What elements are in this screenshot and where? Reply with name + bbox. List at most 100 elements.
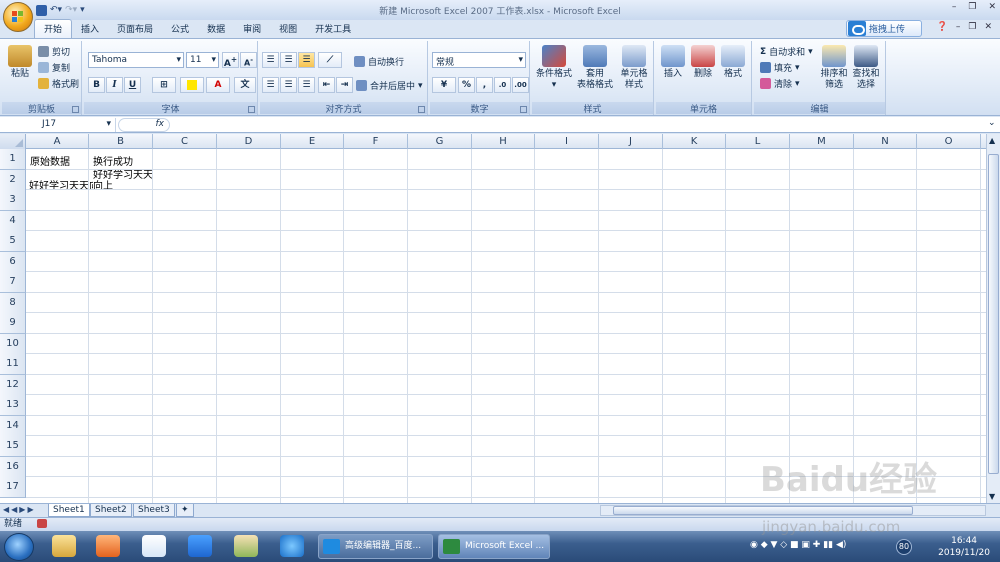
undo-icon[interactable]: ↶▾ <box>50 5 62 15</box>
tab-formulas[interactable]: 公式 <box>162 20 198 38</box>
comma-button[interactable]: , <box>476 77 493 93</box>
ribbon-restore-icon[interactable]: ❐ <box>968 22 976 32</box>
row-header-8[interactable]: 8 <box>0 293 26 314</box>
tab-home[interactable]: 开始 <box>34 19 73 38</box>
tab-insert[interactable]: 插入 <box>72 20 108 38</box>
cell-B2-line2[interactable]: 向上 <box>93 181 151 192</box>
horizontal-scroll-thumb[interactable] <box>613 506 913 515</box>
font-size-dropdown[interactable]: 11 ▾ <box>186 52 219 68</box>
align-middle-button[interactable]: ☰ <box>280 52 297 68</box>
clipboard-launcher-icon[interactable] <box>72 106 79 113</box>
conditional-format-button[interactable]: 条件格式 ▾ <box>534 45 574 91</box>
clear-button[interactable]: 清除 ▾ <box>760 77 800 90</box>
tab-data[interactable]: 数据 <box>198 20 234 38</box>
column-header-O[interactable]: O <box>917 134 981 149</box>
taskbar-app-browser[interactable]: 高级编辑器_百度... <box>318 534 433 559</box>
macro-record-icon[interactable] <box>36 519 47 528</box>
insert-function-button[interactable]: fx <box>118 118 170 132</box>
column-header-A[interactable]: A <box>26 134 89 149</box>
align-center-button[interactable]: ☰ <box>280 77 297 93</box>
start-button[interactable] <box>4 533 34 561</box>
row-header-10[interactable]: 10 <box>0 334 26 355</box>
sheet-tab-3[interactable]: Sheet3 <box>133 504 175 517</box>
align-right-button[interactable]: ☰ <box>298 77 315 93</box>
baidu-netdisk-icon[interactable] <box>142 535 166 557</box>
scroll-up-icon[interactable]: ▲ <box>989 136 995 145</box>
phonetic-button[interactable]: 文 <box>234 77 256 93</box>
row-header-16[interactable]: 16 <box>0 457 26 478</box>
number-launcher-icon[interactable] <box>520 106 527 113</box>
sheet-nav-icon[interactable]: ◀◀▶▶ <box>3 505 36 514</box>
row-header-17[interactable]: 17 <box>0 477 26 498</box>
italic-button[interactable]: I <box>106 77 123 93</box>
column-header-F[interactable]: F <box>344 134 408 149</box>
alignment-launcher-icon[interactable] <box>418 106 425 113</box>
media-player-icon[interactable] <box>96 535 120 557</box>
horizontal-scrollbar[interactable] <box>600 505 986 516</box>
new-sheet-icon[interactable]: ✦ <box>176 504 194 517</box>
tab-developer[interactable]: 开发工具 <box>306 20 360 38</box>
customize-qat-icon[interactable]: ▾ <box>80 5 85 15</box>
find-select-button[interactable]: 查找和 选择 <box>850 45 882 91</box>
cell-B2-line1[interactable]: 好好学习天天 <box>93 170 155 181</box>
column-header-M[interactable]: M <box>790 134 854 149</box>
fill-color-button[interactable] <box>180 77 204 93</box>
column-header-C[interactable]: C <box>153 134 217 149</box>
ribbon-close-icon[interactable]: ✕ <box>984 22 992 32</box>
tab-view[interactable]: 视图 <box>270 20 306 38</box>
column-header-J[interactable]: J <box>599 134 663 149</box>
tab-review[interactable]: 审阅 <box>234 20 270 38</box>
row-header-6[interactable]: 6 <box>0 252 26 273</box>
row-header-13[interactable]: 13 <box>0 395 26 416</box>
column-header-G[interactable]: G <box>408 134 472 149</box>
increase-decimal-button[interactable]: .0 <box>494 77 511 93</box>
merge-center-button[interactable]: 合并后居中 ▾ <box>356 79 423 92</box>
insert-cells-button[interactable]: 插入 <box>658 45 688 80</box>
help-icon[interactable]: ❓ <box>937 22 948 32</box>
name-box[interactable]: J17 ▾ <box>0 118 116 132</box>
grow-font-button[interactable]: A+ <box>222 52 239 69</box>
row-header-7[interactable]: 7 <box>0 272 26 293</box>
vertical-scrollbar[interactable]: ▲ ▼ <box>986 134 1000 503</box>
column-header-I[interactable]: I <box>535 134 599 149</box>
paint-icon[interactable] <box>234 535 258 557</box>
format-cells-button[interactable]: 格式 <box>718 45 748 80</box>
cell-B1[interactable]: 换行成功 <box>93 157 133 168</box>
row-header-3[interactable]: 3 <box>0 190 26 211</box>
upload-button[interactable]: 拖拽上传 <box>846 20 922 37</box>
office-button[interactable] <box>3 2 33 32</box>
autosum-button[interactable]: Σ 自动求和 ▾ <box>760 45 813 59</box>
row-header-9[interactable]: 9 <box>0 313 26 334</box>
decrease-indent-button[interactable]: ⇤ <box>318 77 335 93</box>
font-name-dropdown[interactable]: Tahoma ▾ <box>88 52 184 68</box>
formula-input[interactable] <box>172 118 984 132</box>
worksheet-grid[interactable]: ABCDEFGHIJKLMNO 原始数据 换行成功 好好学习天天向上 好好学习天… <box>0 134 986 503</box>
folder-icon[interactable] <box>52 535 76 557</box>
copy-button[interactable]: 复制 <box>38 61 70 74</box>
scroll-down-icon[interactable]: ▼ <box>989 492 995 501</box>
row-header-11[interactable]: 11 <box>0 354 26 375</box>
decrease-decimal-button[interactable]: .00 <box>512 77 529 93</box>
row-header-15[interactable]: 15 <box>0 436 26 457</box>
align-left-button[interactable]: ☰ <box>262 77 279 93</box>
orientation-button[interactable]: ⟋ <box>318 52 342 68</box>
cell-styles-button[interactable]: 单元格 样式 <box>616 45 652 91</box>
fill-button[interactable]: 填充 ▾ <box>760 61 800 74</box>
currency-button[interactable]: ¥ <box>432 77 456 93</box>
underline-button[interactable]: U <box>124 77 141 93</box>
font-launcher-icon[interactable] <box>248 106 255 113</box>
tab-page-layout[interactable]: 页面布局 <box>108 20 162 38</box>
save-icon[interactable] <box>36 4 47 16</box>
taskbar-app-excel[interactable]: Microsoft Excel ... <box>438 534 550 559</box>
cell-A1[interactable]: 原始数据 <box>30 157 70 168</box>
row-header-14[interactable]: 14 <box>0 416 26 437</box>
row-header-2[interactable]: 2 <box>0 170 26 191</box>
cut-button[interactable]: 剪切 <box>38 45 70 58</box>
row-header-12[interactable]: 12 <box>0 375 26 396</box>
shrink-font-button[interactable]: A- <box>240 52 257 68</box>
sheet-tab-1[interactable]: Sheet1 <box>48 504 90 517</box>
tray-icons[interactable]: ◉ ◆ ▼ ◇ ■ ▣ ✚ ▮▮ ◀) <box>750 540 846 550</box>
note-app-icon[interactable] <box>188 535 212 557</box>
number-format-dropdown[interactable]: 常规 ▾ <box>432 52 526 68</box>
column-header-D[interactable]: D <box>217 134 281 149</box>
